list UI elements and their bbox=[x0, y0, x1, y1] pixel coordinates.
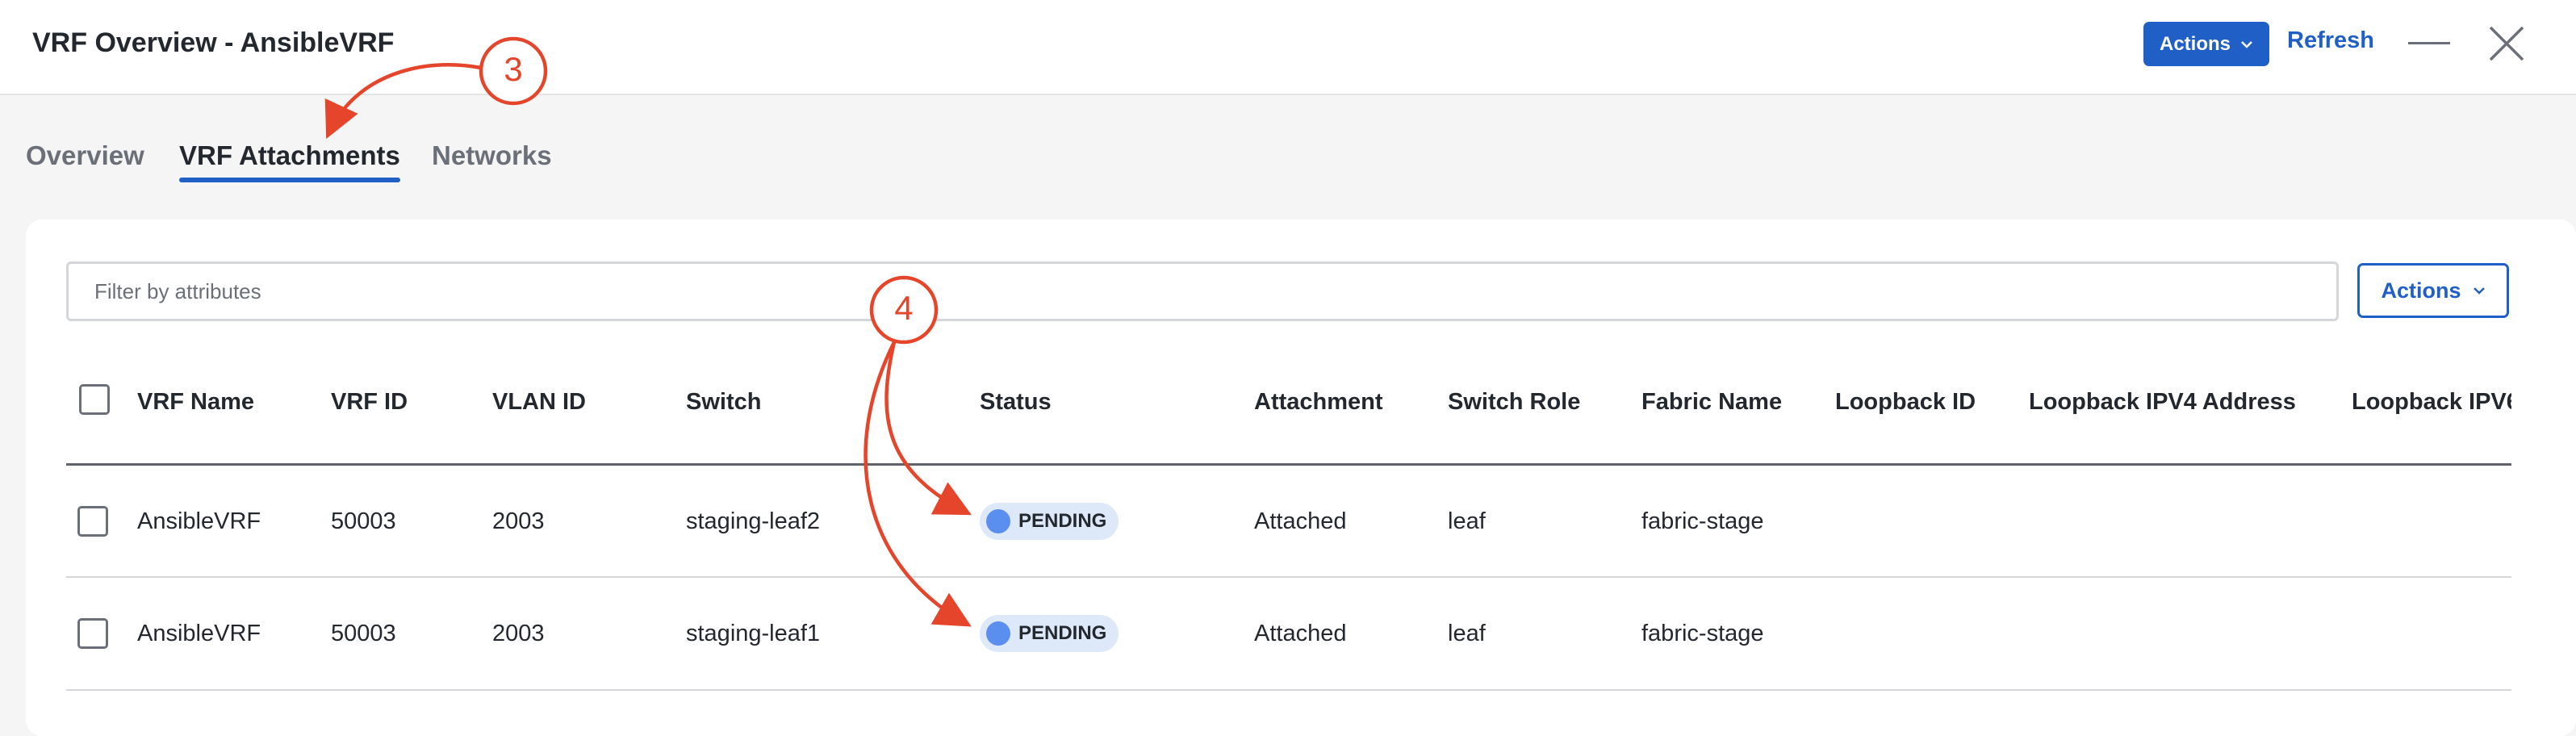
column-header-vrf-name[interactable]: VRF Name bbox=[137, 389, 254, 416]
cell-vrf-id: 50003 bbox=[331, 621, 396, 646]
chevron-down-icon bbox=[2241, 40, 2252, 48]
cell-vrf-name: AnsibleVRF bbox=[137, 508, 261, 534]
table-actions-button[interactable]: Actions bbox=[2357, 263, 2509, 318]
cell-vrf-name: AnsibleVRF bbox=[137, 621, 261, 646]
tab-overview[interactable]: Overview bbox=[26, 140, 144, 171]
row-divider bbox=[66, 689, 2511, 691]
header-actions-label: Actions bbox=[2159, 32, 2231, 55]
column-header-switch[interactable]: Switch bbox=[686, 389, 761, 416]
status-badge: PENDING bbox=[980, 615, 1119, 652]
column-header-switch-role[interactable]: Switch Role bbox=[1448, 389, 1580, 416]
status-badge: PENDING bbox=[980, 503, 1119, 540]
cell-switch-role: leaf bbox=[1448, 621, 1486, 646]
cell-switch: staging-leaf1 bbox=[686, 621, 821, 646]
cell-switch-role: leaf bbox=[1448, 508, 1486, 534]
dialog-title: VRF Overview - AnsibleVRF bbox=[32, 27, 395, 58]
column-header-status[interactable]: Status bbox=[980, 389, 1052, 416]
column-header-attachment[interactable]: Attachment bbox=[1254, 389, 1383, 416]
header-divider bbox=[66, 463, 2511, 466]
tab-networks[interactable]: Networks bbox=[432, 140, 552, 171]
row-checkbox[interactable] bbox=[77, 506, 108, 537]
cell-attachment: Attached bbox=[1254, 621, 1347, 646]
status-badge-label: PENDING bbox=[1018, 510, 1107, 532]
status-badge-label: PENDING bbox=[1018, 622, 1107, 644]
column-header-loopback-id[interactable]: Loopback ID bbox=[1835, 389, 1976, 416]
dialog-header: VRF Overview - AnsibleVRF Actions Refres… bbox=[0, 0, 2576, 95]
close-icon[interactable] bbox=[2487, 24, 2526, 63]
tab-vrf-attachments[interactable]: VRF Attachments bbox=[179, 140, 400, 171]
column-header-loopback-ipv6[interactable]: Loopback IPV6 bbox=[2352, 389, 2511, 416]
status-dot-icon bbox=[986, 509, 1010, 533]
callout-3-number: 3 bbox=[504, 50, 523, 88]
tab-bar: Overview VRF Attachments Networks bbox=[0, 95, 2576, 216]
row-divider bbox=[66, 576, 2511, 578]
row-checkbox[interactable] bbox=[77, 618, 108, 649]
column-header-fabric-name[interactable]: Fabric Name bbox=[1641, 389, 1782, 416]
select-all-checkbox[interactable] bbox=[79, 384, 110, 415]
active-tab-indicator bbox=[179, 178, 400, 182]
table-actions-label: Actions bbox=[2381, 278, 2461, 303]
header-actions-button[interactable]: Actions bbox=[2143, 22, 2269, 66]
callout-4-number: 4 bbox=[894, 289, 914, 327]
column-header-loopback-ipv4[interactable]: Loopback IPV4 Address bbox=[2029, 389, 2296, 416]
column-header-vrf-id[interactable]: VRF ID bbox=[331, 389, 408, 416]
cell-vrf-id: 50003 bbox=[331, 508, 396, 534]
minimize-icon[interactable] bbox=[2408, 42, 2450, 44]
status-dot-icon bbox=[986, 621, 1010, 646]
cell-vlan-id: 2003 bbox=[492, 621, 545, 646]
column-header-vlan-id[interactable]: VLAN ID bbox=[492, 389, 586, 416]
cell-fabric-name: fabric-stage bbox=[1641, 621, 1764, 646]
refresh-button[interactable]: Refresh bbox=[2287, 27, 2374, 54]
cell-vlan-id: 2003 bbox=[492, 508, 545, 534]
cell-fabric-name: fabric-stage bbox=[1641, 508, 1764, 534]
filter-input[interactable]: Filter by attributes bbox=[66, 261, 2339, 321]
cell-switch: staging-leaf2 bbox=[686, 508, 821, 534]
chevron-down-icon bbox=[2473, 287, 2485, 295]
filter-placeholder: Filter by attributes bbox=[94, 278, 261, 303]
cell-attachment: Attached bbox=[1254, 508, 1347, 534]
vrf-attachments-table: VRF Name VRF ID VLAN ID Switch Status At… bbox=[66, 347, 2511, 694]
